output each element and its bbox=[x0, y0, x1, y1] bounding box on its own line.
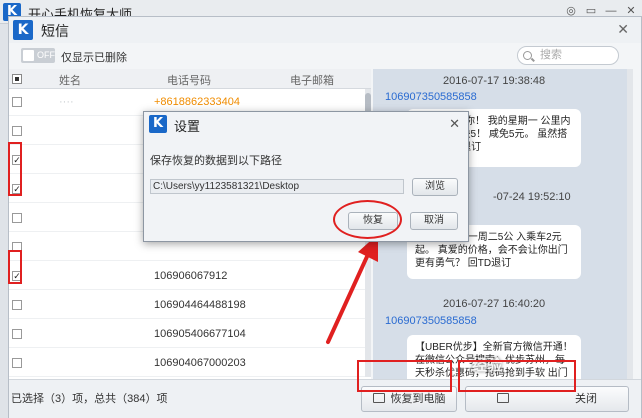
dialog-close-icon[interactable]: ✕ bbox=[449, 116, 460, 132]
save-path-field[interactable]: C:\Users\yy1123581321\Desktop bbox=[150, 179, 404, 194]
table-row[interactable]: 106905406677104 bbox=[9, 321, 371, 348]
select-all-checkbox[interactable] bbox=[12, 74, 22, 84]
close-label: 关闭 bbox=[575, 393, 597, 405]
table-header: 姓名 电话号码 电子邮箱 bbox=[9, 69, 371, 89]
cancel-button[interactable]: 取消 bbox=[410, 212, 458, 230]
row-checkbox[interactable] bbox=[12, 329, 22, 339]
column-header-phone[interactable]: 电话号码 bbox=[167, 72, 211, 88]
deleted-only-toggle[interactable]: OFF bbox=[21, 48, 55, 63]
search-input[interactable]: 搜索 bbox=[517, 46, 619, 65]
row-phone: 106904464488198 bbox=[154, 299, 246, 311]
row-checkbox[interactable] bbox=[12, 358, 22, 368]
row-phone: 106904067000203 bbox=[154, 357, 246, 369]
message-time: 2016-07-27 16:40:20 bbox=[443, 298, 546, 310]
browse-button[interactable]: 浏览 bbox=[412, 178, 458, 196]
message-number: 106907350585858 bbox=[385, 315, 477, 327]
export-icon bbox=[372, 393, 385, 403]
dialog-title: 设置 bbox=[174, 119, 201, 134]
toolbar: OFF 仅显示已删除 搜索 bbox=[9, 43, 641, 69]
dialog-logo-icon: K bbox=[149, 115, 167, 133]
save-path-label: 保存恢复的数据到以下路径 bbox=[150, 155, 282, 167]
exit-icon bbox=[497, 393, 509, 403]
sms-close-icon[interactable]: ✕ bbox=[617, 21, 629, 38]
row-phone: 106906067912 bbox=[154, 270, 228, 282]
table-row[interactable]: 106904067000203 bbox=[9, 350, 371, 377]
row-checkbox[interactable] bbox=[12, 213, 22, 223]
annotation-checkbox-highlight bbox=[8, 142, 22, 196]
sms-titlebar: K 短信 ✕ bbox=[9, 17, 641, 43]
annotation-button-highlight bbox=[458, 360, 576, 392]
sms-title: 短信 bbox=[41, 23, 69, 39]
restore-to-pc-label: 恢复到电脑 bbox=[390, 393, 446, 405]
message-time: -07-24 19:52:10 bbox=[493, 191, 571, 203]
row-checkbox[interactable] bbox=[12, 300, 22, 310]
row-checkbox[interactable] bbox=[12, 126, 22, 136]
annotation-arrow-icon bbox=[326, 234, 378, 344]
column-header-email[interactable]: 电子邮箱 bbox=[290, 72, 334, 88]
search-icon bbox=[523, 51, 532, 60]
message-time: 2016-07-17 19:38:48 bbox=[443, 75, 546, 87]
column-header-name[interactable]: 姓名 bbox=[59, 72, 81, 88]
row-name: ···· bbox=[59, 96, 74, 108]
sms-logo-icon: K bbox=[13, 20, 33, 40]
annotation-restore-highlight bbox=[357, 360, 452, 392]
annotation-restore-circle bbox=[333, 200, 402, 239]
message-number: 106907350585858 bbox=[385, 91, 477, 103]
row-checkbox[interactable] bbox=[12, 97, 22, 107]
message-scrollbar[interactable] bbox=[627, 69, 633, 379]
table-row[interactable]: 106904464488198 bbox=[9, 292, 371, 319]
deleted-only-label: 仅显示已删除 bbox=[61, 52, 127, 64]
row-phone: 106905406677104 bbox=[154, 328, 246, 340]
selection-summary: 已选择（3）项，总共（384）项 bbox=[11, 393, 168, 405]
table-row[interactable]: ✓ 106906067912 bbox=[9, 263, 371, 290]
settings-dialog: K 设置 ✕ 保存恢复的数据到以下路径 C:\Users\yy112358132… bbox=[143, 111, 469, 242]
row-phone: +8618862333404 bbox=[154, 96, 240, 108]
annotation-checkbox-highlight bbox=[8, 250, 22, 284]
